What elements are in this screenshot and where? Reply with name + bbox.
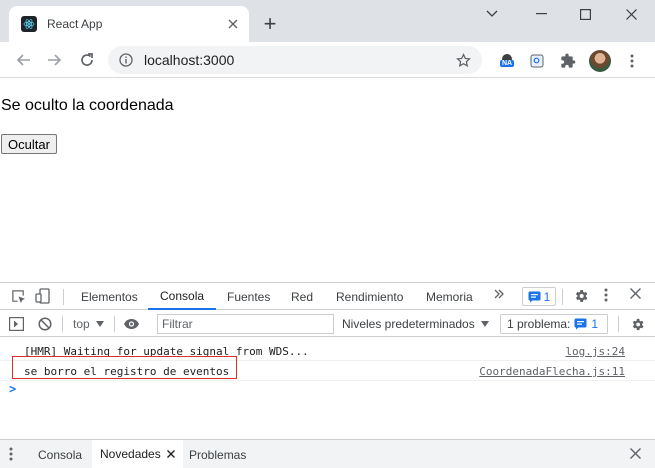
extension-search-icon[interactable] (527, 51, 547, 71)
log-source-link[interactable]: CoordenadaFlecha.js:11 (479, 365, 625, 378)
message-icon (528, 291, 541, 302)
issues-count: 1 (543, 289, 551, 304)
console-filter-input[interactable] (157, 314, 334, 334)
extension-badge: NA (500, 60, 515, 67)
puzzle-icon[interactable] (558, 51, 578, 71)
drawer-tab-novedades[interactable]: Novedades (92, 440, 183, 468)
console-toolbar: top Niveles predeterminados 1 problema: … (0, 311, 655, 337)
device-toolbar-icon[interactable] (34, 287, 52, 305)
context-value: top (73, 317, 90, 331)
devtools-separator (562, 289, 563, 305)
page-message: Se oculto la coordenada (1, 97, 174, 114)
hide-button[interactable]: Ocultar (1, 134, 57, 154)
drawer-kebab-icon[interactable] (9, 447, 13, 464)
close-drawer-icon[interactable] (630, 448, 641, 462)
tab-title: React App (47, 17, 103, 31)
clear-console-icon[interactable] (38, 315, 52, 333)
new-tab-button[interactable]: + (258, 11, 282, 36)
browser-tab[interactable]: React App (9, 6, 249, 42)
close-window-icon[interactable] (609, 0, 653, 28)
red-highlight-box (12, 356, 237, 379)
devtools-kebab-icon[interactable] (604, 288, 608, 305)
gear-icon[interactable] (573, 288, 589, 307)
tab-rendimiento[interactable]: Rendimiento (336, 283, 403, 310)
devtools-tab-bar: Elementos Consola Fuentes Red Rendimient… (0, 283, 655, 310)
eye-icon[interactable] (123, 315, 140, 333)
devtools-panel: Elementos Consola Fuentes Red Rendimient… (0, 282, 655, 468)
extension-na-icon[interactable]: NA (497, 51, 517, 71)
profile-avatar[interactable] (589, 50, 611, 72)
context-selector[interactable]: top (73, 315, 104, 333)
problems-button[interactable]: 1 problema: 1 (500, 314, 608, 334)
console-output: [HMR] Waiting for update signal from WDS… (0, 338, 655, 439)
url-text: localhost:3000 (144, 52, 235, 68)
address-bar[interactable]: localhost:3000 (108, 46, 482, 74)
dropdown-arrow-icon (95, 321, 104, 327)
console-settings-gear-icon[interactable] (630, 315, 645, 333)
sidebar-toggle-icon[interactable] (9, 315, 24, 333)
devtools-drawer: Consola Novedades Problemas (0, 439, 655, 468)
issues-counter-button[interactable]: 1 (522, 287, 556, 306)
minimize-icon[interactable] (519, 0, 563, 28)
message-icon (574, 318, 587, 330)
log-levels-dropdown[interactable]: Niveles predeterminados (342, 315, 489, 333)
log-source-link[interactable]: log.js:24 (565, 345, 625, 358)
browser-toolbar: localhost:3000 NA (0, 42, 655, 78)
close-devtools-icon[interactable] (630, 288, 641, 302)
bookmark-star-icon[interactable] (454, 51, 472, 69)
tab-consola[interactable]: Consola (148, 283, 217, 310)
log-levels-label: Niveles predeterminados (342, 317, 475, 331)
forward-icon[interactable] (42, 48, 66, 72)
devtools-separator (63, 289, 64, 305)
info-icon[interactable] (118, 52, 134, 68)
tab-memoria[interactable]: Memoria (426, 283, 473, 310)
devtools-separator (114, 316, 115, 332)
more-tabs-chevron-icon[interactable] (493, 288, 505, 303)
drawer-tab-consola[interactable]: Consola (38, 440, 82, 468)
react-favicon-icon (21, 16, 37, 32)
tab-elementos[interactable]: Elementos (81, 283, 138, 310)
kebab-menu-icon[interactable] (622, 51, 642, 71)
close-icon[interactable] (166, 450, 175, 458)
tab-strip: React App + (0, 0, 655, 42)
back-icon[interactable] (12, 48, 36, 72)
devtools-separator (618, 316, 619, 332)
tab-fuentes[interactable]: Fuentes (227, 283, 270, 310)
problems-label: 1 problema: (507, 317, 571, 331)
problems-count: 1 (591, 317, 599, 331)
inspect-element-icon[interactable] (9, 287, 27, 305)
tab-search-chevron-icon[interactable] (470, 0, 514, 28)
console-prompt-icon[interactable]: > (9, 382, 16, 396)
maximize-icon[interactable] (563, 0, 607, 28)
devtools-separator (62, 316, 63, 332)
reload-icon[interactable] (75, 48, 99, 72)
drawer-tab-label: Novedades (100, 447, 161, 461)
dropdown-arrow-icon (480, 321, 489, 327)
close-tab-icon[interactable] (225, 16, 241, 32)
page-viewport: Se oculto la coordenada Ocultar (0, 79, 655, 282)
tab-red[interactable]: Red (291, 283, 313, 310)
drawer-tab-problemas[interactable]: Problemas (189, 440, 246, 468)
